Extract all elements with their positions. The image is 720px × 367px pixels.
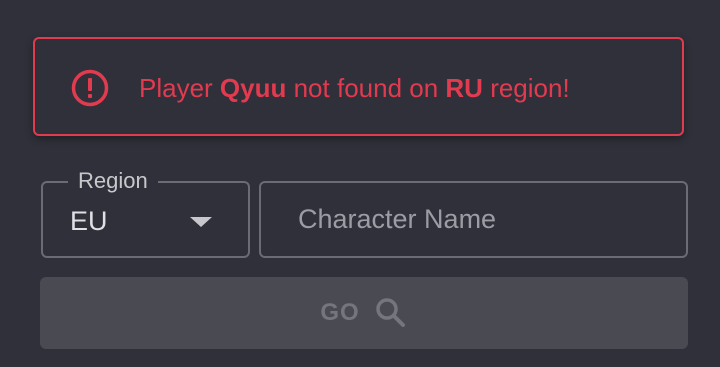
region-select[interactable]: Region EU (41, 167, 250, 258)
search-page: Player Qyuu not found on RU region! Regi… (0, 0, 720, 367)
alert-prefix: Player (139, 73, 220, 103)
alert-player-name: Qyuu (219, 73, 287, 103)
search-icon (374, 296, 408, 330)
alert-middle: not found on (286, 73, 446, 103)
alert-region: RU (445, 73, 483, 103)
error-alert: Player Qyuu not found on RU region! (33, 37, 684, 136)
chevron-down-icon (190, 217, 212, 227)
go-label: GO (320, 299, 360, 326)
alert-suffix: region! (482, 73, 570, 103)
alert-circle-icon (71, 69, 109, 107)
alert-message: Player Qyuu not found on RU region! (139, 73, 570, 103)
go-button[interactable]: GO (40, 277, 688, 349)
region-value: EU (70, 206, 108, 236)
region-label: Region (68, 167, 158, 195)
character-name-input[interactable] (259, 181, 688, 258)
